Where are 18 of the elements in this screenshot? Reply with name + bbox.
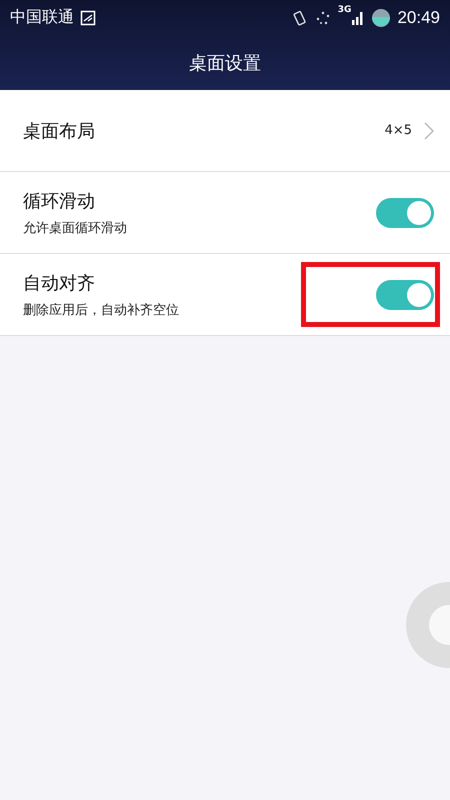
image-icon bbox=[80, 10, 96, 26]
settings-row[interactable]: 桌面布局 4×5 bbox=[0, 90, 450, 172]
carrier-name: 中国联通 bbox=[10, 7, 74, 28]
vibrate-icon bbox=[292, 10, 308, 26]
toggle-switch[interactable] bbox=[376, 198, 434, 228]
row-subtitle: 允许桌面循环滑动 bbox=[23, 220, 127, 236]
network-type: 3G bbox=[338, 5, 352, 15]
row-value: 4×5 bbox=[384, 123, 412, 138]
row-title: 自动对齐 bbox=[23, 272, 96, 294]
clock: 20:49 bbox=[397, 8, 440, 28]
battery-icon bbox=[371, 8, 392, 28]
chevron-icon bbox=[424, 122, 434, 140]
toggle-switch[interactable] bbox=[376, 280, 434, 310]
signal-icon bbox=[351, 10, 366, 26]
row-subtitle: 删除应用后，自动补齐空位 bbox=[23, 302, 179, 318]
row-title: 循环滑动 bbox=[23, 190, 96, 212]
row-title: 桌面布局 bbox=[23, 120, 95, 142]
page-title: 桌面设置 bbox=[189, 52, 261, 74]
